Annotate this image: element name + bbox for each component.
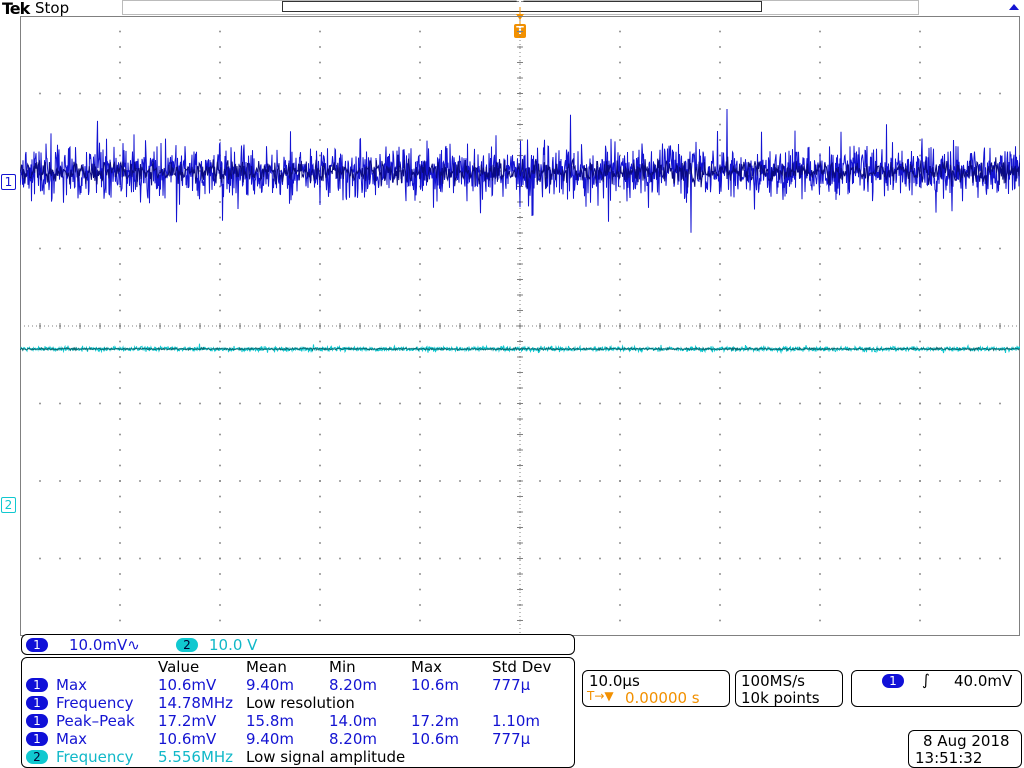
trigger-delay-value: 0.00000 s xyxy=(625,689,700,707)
row-name: Max xyxy=(56,730,88,748)
trigger-panel[interactable]: 1 ∫ 40.0mV xyxy=(851,670,1022,707)
ch1-coupling-icon: ∿ xyxy=(127,636,140,654)
row-std: 777µ xyxy=(492,730,531,748)
ch2-scale[interactable]: 10.0 V xyxy=(209,636,257,654)
row-channel-badge: 2 xyxy=(26,750,48,764)
row-note: Low resolution xyxy=(246,694,355,712)
row-name: Frequency xyxy=(56,694,134,712)
waveform-graticule[interactable] xyxy=(20,16,1020,636)
measurements-panel[interactable]: Value Mean Min Max Std Dev 1 Max 10.6mV … xyxy=(21,657,575,768)
row-min: 14.0m xyxy=(329,712,378,730)
row-max: 17.2m xyxy=(411,712,460,730)
row-name: Peak–Peak xyxy=(56,712,135,730)
trigger-level: 40.0mV xyxy=(954,672,1013,690)
row-value: 5.556MHz xyxy=(158,748,234,766)
ch1-scale[interactable]: 10.0mV∿ xyxy=(69,636,140,654)
row-channel-badge: 1 xyxy=(26,678,48,692)
row-mean: 15.8m xyxy=(246,712,295,730)
row-value: 14.78MHz xyxy=(158,694,234,712)
grid-lines xyxy=(20,16,1020,636)
col-header-value: Value xyxy=(158,658,200,676)
trigger-slope-icon: ∫ xyxy=(922,671,930,689)
sample-rate: 100MS/s xyxy=(741,672,805,690)
col-header-mean: Mean xyxy=(246,658,287,676)
acquisition-status: Stop xyxy=(35,0,70,17)
horizontal-scale: 10.0µs xyxy=(589,672,640,690)
expansion-point-icon xyxy=(1009,4,1019,10)
ch1-badge[interactable]: 1 xyxy=(26,638,48,652)
acquisition-panel[interactable]: 100MS/s 10k points xyxy=(735,670,843,707)
row-channel-badge: 1 xyxy=(26,696,48,710)
trigger-position-label: T xyxy=(516,0,524,10)
trigger-source-badge: 1 xyxy=(882,674,904,688)
col-header-std-dev: Std Dev xyxy=(492,658,552,676)
ch1-scale-value: 10.0mV xyxy=(69,636,128,654)
time-display: 13:51:32 xyxy=(915,749,983,767)
channel-settings-bar: 1 10.0mV∿ 2 10.0 V xyxy=(21,634,575,655)
ch1-marker-label: 1 xyxy=(4,175,13,189)
row-mean: 9.40m xyxy=(246,730,295,748)
row-min: 8.20m xyxy=(329,730,378,748)
row-value: 10.6mV xyxy=(158,676,217,694)
datetime-panel: 8 Aug 2018 13:51:32 xyxy=(908,730,1022,768)
row-min: 8.20m xyxy=(329,676,378,694)
row-value: 17.2mV xyxy=(158,712,217,730)
trigger-delay-icon: T→▼ xyxy=(587,689,614,703)
row-name: Frequency xyxy=(56,748,134,766)
row-std: 1.10m xyxy=(492,712,541,730)
ch2-badge[interactable]: 2 xyxy=(176,638,198,652)
row-name: Max xyxy=(56,676,88,694)
row-channel-badge: 1 xyxy=(26,732,48,746)
col-header-min: Min xyxy=(329,658,356,676)
row-max: 10.6m xyxy=(411,676,460,694)
row-mean: 9.40m xyxy=(246,676,295,694)
date-display: 8 Aug 2018 xyxy=(923,732,1010,750)
row-channel-badge: 1 xyxy=(26,714,48,728)
ch1-ground-marker[interactable]: 1 xyxy=(1,174,16,190)
col-header-max: Max xyxy=(411,658,443,676)
row-std: 777µ xyxy=(492,676,531,694)
ch2-marker-label: 2 xyxy=(4,498,13,512)
row-value: 10.6mV xyxy=(158,730,217,748)
timebase-panel[interactable]: 10.0µs T→▼ 0.00000 s xyxy=(582,670,730,707)
row-note: Low signal amplitude xyxy=(246,748,406,766)
ch2-ground-marker[interactable]: 2 xyxy=(1,497,16,513)
record-length: 10k points xyxy=(741,689,820,707)
row-max: 10.6m xyxy=(411,730,460,748)
